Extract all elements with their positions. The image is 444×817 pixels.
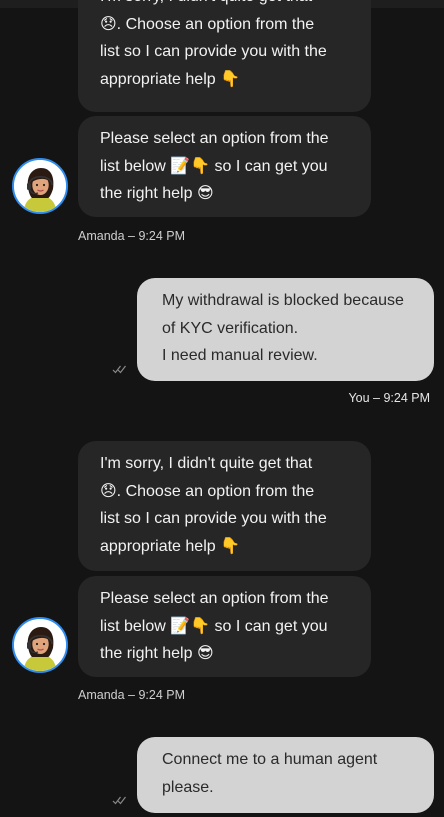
user-message-bubble: Connect me to a human agent please. [137, 737, 434, 813]
double-check-icon [112, 796, 126, 805]
agent-avatar [12, 158, 68, 214]
agent-avatar [12, 617, 68, 673]
bot-message-bubble: Please select an option from the list be… [78, 116, 371, 217]
agent-avatar-icon [14, 619, 66, 671]
message-meta: Amanda – 9:24 PM [78, 229, 186, 243]
agent-avatar-icon [14, 160, 66, 212]
bot-message-bubble: I'm sorry, I didn't quite get that 😞. Ch… [78, 441, 371, 571]
message-meta: You – 9:24 PM [348, 391, 430, 405]
user-message-bubble: My withdrawal is blocked because of KYC … [137, 278, 434, 381]
double-check-icon [112, 365, 126, 374]
chat-transcript[interactable]: I'm sorry, I didn't quite get that 😞. Ch… [0, 0, 444, 817]
bot-message-bubble: I'm sorry, I didn't quite get that 😞. Ch… [78, 0, 371, 112]
message-meta: Amanda – 9:24 PM [78, 688, 186, 702]
bot-message-bubble: Please select an option from the list be… [78, 576, 371, 677]
